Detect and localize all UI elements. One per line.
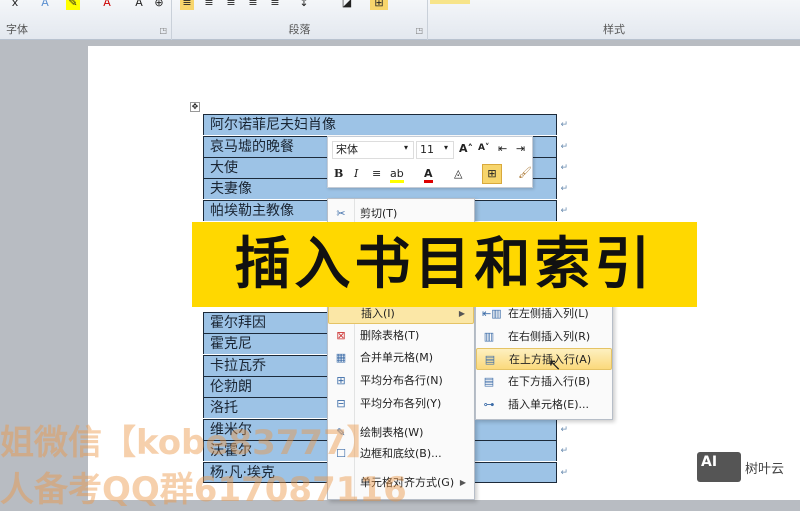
- decrease-indent-icon[interactable]: ⇤: [498, 142, 507, 155]
- styles-group: 样式: [428, 0, 800, 40]
- cell-text: 帕埃勒主教像: [210, 203, 294, 219]
- logo-text: 树叶云: [745, 461, 785, 477]
- mouse-cursor-icon: ↖: [548, 355, 562, 374]
- style-gallery-item[interactable]: [430, 0, 470, 4]
- chevron-down-icon: ▾: [444, 143, 449, 152]
- watermark-line1: 姐微信【kobe83777】: [0, 423, 381, 463]
- distribute-icon[interactable]: ≡: [268, 0, 282, 10]
- insert-row-above-icon: ▤: [484, 353, 496, 366]
- menu-item-insert-row-below[interactable]: ▤ 在下方插入行(B): [476, 371, 612, 393]
- dialog-launcher-icon[interactable]: ◳: [415, 26, 423, 35]
- font-color-icon[interactable]: A: [424, 167, 433, 183]
- clear-format-icon[interactable]: x: [8, 0, 22, 10]
- end-of-row-mark-icon: ↵: [560, 163, 568, 173]
- highlight-icon[interactable]: ab: [390, 167, 404, 183]
- insert-cells-icon: ⊶: [483, 398, 495, 411]
- title-banner: 插入书目和索引: [192, 222, 697, 307]
- distribute-rows-icon: ⊞: [336, 374, 346, 387]
- cell-text: 大使: [210, 160, 238, 176]
- format-painter-icon[interactable]: 🖌: [518, 166, 532, 179]
- grow-font-icon[interactable]: A˄: [459, 142, 473, 155]
- menu-item-delete-table[interactable]: ⊠ 删除表格(T): [328, 325, 474, 347]
- end-of-row-mark-icon: ↵: [560, 468, 568, 478]
- italic-icon[interactable]: I: [354, 167, 358, 180]
- highlight-icon[interactable]: ✎: [66, 0, 80, 10]
- menu-item-insert-col-right[interactable]: ▥ 在右侧插入列(R): [476, 326, 612, 348]
- cell-text: 洛托: [210, 400, 238, 416]
- bold-icon[interactable]: B: [334, 167, 343, 180]
- insert-column-right-icon: ▥: [483, 330, 495, 343]
- menu-item-distribute-columns[interactable]: ⊟ 平均分布各列(Y): [328, 393, 474, 415]
- distribute-columns-icon: ⊟: [336, 397, 346, 410]
- styles-group-label: 样式: [603, 23, 625, 36]
- font-group-label: 字体: [6, 23, 28, 36]
- cell-text: 哀马墟的晚餐: [210, 139, 294, 155]
- char-shading-icon[interactable]: A: [132, 0, 146, 10]
- submenu-arrow-icon: ▶: [459, 478, 466, 487]
- table-move-handle-icon[interactable]: ✥: [190, 102, 200, 112]
- text-effect-icon[interactable]: A: [38, 0, 52, 10]
- font-group: x A ✎ A A ⊕ 字体 ◳: [0, 0, 172, 40]
- delete-table-icon: ⊠: [336, 329, 346, 342]
- increase-indent-icon[interactable]: ⇥: [516, 142, 525, 155]
- end-of-row-mark-icon: ↵: [560, 120, 568, 130]
- shading-icon[interactable]: ◪: [340, 0, 354, 10]
- insert-submenu: ⇤▥ 在左侧插入列(L) ▥ 在右侧插入列(R) ▤ 在上方插入行(A) ▤ 在下方插入…: [475, 300, 613, 420]
- end-of-row-mark-icon: ↵: [560, 425, 568, 435]
- merge-cells-icon: ▦: [335, 351, 347, 364]
- borders-icon[interactable]: ⊞: [482, 164, 502, 184]
- borders-icon[interactable]: ⊞: [370, 0, 388, 10]
- logo-icon: AI: [697, 452, 741, 482]
- logo: AI 树叶云: [697, 452, 784, 482]
- insert-row-below-icon: ▤: [483, 375, 495, 388]
- mini-toolbar: 宋体 ▾ 11 ▾ A˄ A˅ ⇤ ⇥ B I ≡ ab A ◬ ⊞ 🖌: [327, 136, 533, 188]
- cell-text: 霍尔拜因: [210, 315, 266, 331]
- align-left-icon[interactable]: ≡: [180, 0, 194, 10]
- chevron-down-icon: ▾: [404, 143, 409, 152]
- cell-text: 阿尔诺菲尼夫妇肖像: [210, 117, 336, 133]
- watermark-line2: 人备考QQ群617087116: [0, 470, 407, 510]
- cell-text: 卡拉瓦乔: [210, 358, 266, 374]
- shading-icon[interactable]: ◬: [454, 167, 462, 180]
- line-spacing-icon[interactable]: ↕: [297, 0, 311, 10]
- dialog-launcher-icon[interactable]: ◳: [159, 26, 167, 35]
- menu-item-distribute-rows[interactable]: ⊞ 平均分布各行(N): [328, 370, 474, 392]
- end-of-row-mark-icon: ↵: [560, 446, 568, 456]
- enclose-char-icon[interactable]: ⊕: [152, 0, 166, 10]
- paragraph-group-label: 段落: [288, 23, 311, 36]
- menu-item-insert-cells[interactable]: ⊶ 插入单元格(E)...: [476, 394, 612, 416]
- align-right-icon[interactable]: ≡: [224, 0, 238, 10]
- center-icon[interactable]: ≡: [372, 167, 381, 180]
- font-color-icon[interactable]: A: [100, 0, 114, 10]
- end-of-row-mark-icon: ↵: [560, 184, 568, 194]
- end-of-row-mark-icon: ↵: [560, 206, 568, 216]
- font-select[interactable]: 宋体: [332, 141, 414, 159]
- paragraph-group: ≡ ≡ ≡ ≡ ≡ ↕ ◪ ⊞ 段落 ◳: [172, 0, 428, 40]
- ribbon: x A ✎ A A ⊕ 字体 ◳ ≡ ≡ ≡ ≡ ≡ ↕ ◪ ⊞ 段落 ◳ 样式: [0, 0, 800, 40]
- cell-text: 伦勃朗: [210, 379, 252, 395]
- justify-icon[interactable]: ≡: [246, 0, 260, 10]
- menu-item-insert-row-above[interactable]: ▤ 在上方插入行(A): [476, 348, 612, 370]
- cell-text: 夫妻像: [210, 181, 252, 197]
- size-select[interactable]: 11: [416, 141, 454, 159]
- table-row[interactable]: 阿尔诺菲尼夫妇肖像 ↵: [203, 114, 568, 135]
- menu-item-merge-cells[interactable]: ▦ 合并单元格(M): [328, 347, 474, 369]
- shrink-font-icon[interactable]: A˅: [478, 143, 489, 153]
- cell-text: 霍克尼: [210, 336, 252, 352]
- align-center-icon[interactable]: ≡: [202, 0, 216, 10]
- end-of-row-mark-icon: ↵: [560, 142, 568, 152]
